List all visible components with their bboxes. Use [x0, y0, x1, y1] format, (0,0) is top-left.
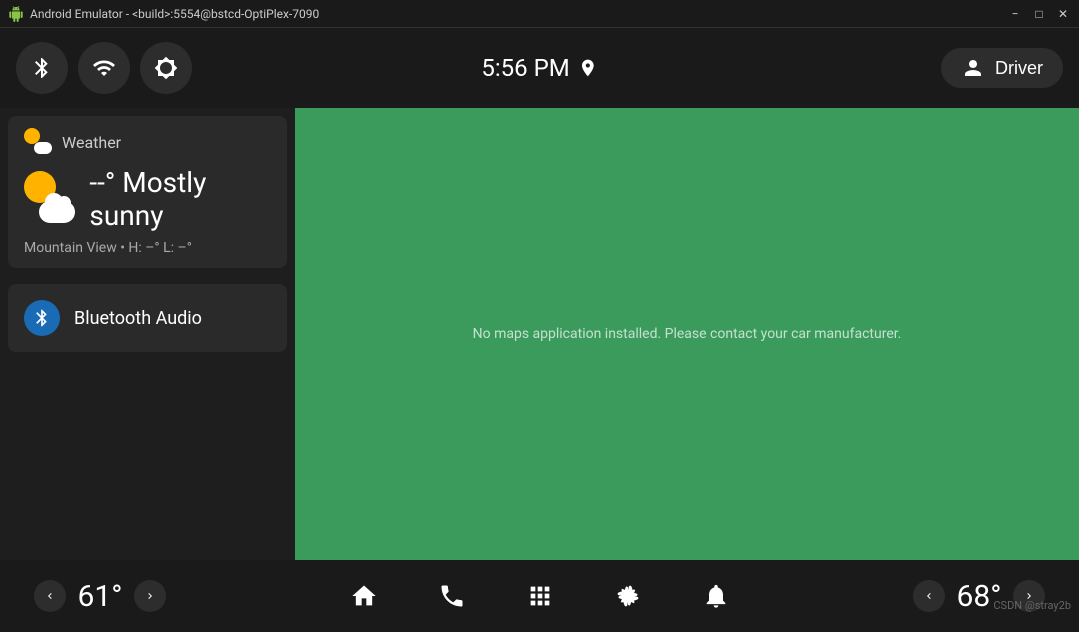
bottom-bar: 61° [0, 560, 1079, 632]
left-chevron-icon [44, 590, 56, 602]
weather-card[interactable]: Weather --° Mostly sunny Mountain View •… [8, 116, 287, 268]
home-icon [350, 582, 378, 610]
home-button[interactable] [340, 572, 388, 620]
sidebar: Weather --° Mostly sunny Mountain View •… [0, 108, 295, 560]
bluetooth-card-svg [32, 308, 52, 328]
title-text: Android Emulator - <build>:5554@bstcd-Op… [30, 7, 1007, 21]
close-button[interactable]: ✕ [1055, 6, 1071, 22]
maximize-button[interactable]: □ [1031, 6, 1047, 22]
weather-condition-icon [24, 171, 75, 227]
location-pin-icon [578, 58, 598, 78]
android-logo [8, 6, 24, 22]
bluetooth-card[interactable]: Bluetooth Audio [8, 284, 287, 352]
left-temp-value: 61° [78, 579, 123, 614]
person-icon [961, 56, 985, 80]
left-controls [16, 42, 192, 94]
bluetooth-card-icon [24, 300, 60, 336]
grid-button[interactable] [516, 572, 564, 620]
notifications-button[interactable] [692, 572, 740, 620]
main-area: 5:56 PM Driver Weather [0, 28, 1079, 632]
time-display: 5:56 PM [481, 54, 569, 82]
phone-icon [438, 582, 466, 610]
center-info: 5:56 PM [481, 54, 597, 82]
right-chevron-left-icon [144, 590, 156, 602]
content-area: Weather --° Mostly sunny Mountain View •… [0, 108, 1079, 560]
right-temp-control: 68° CSDN @stray2b [879, 579, 1079, 614]
right-temp-decrease-button[interactable] [913, 580, 945, 612]
weather-header-icon [24, 128, 52, 156]
phone-button[interactable] [428, 572, 476, 620]
bluetooth-icon [30, 56, 54, 80]
title-bar: Android Emulator - <build>:5554@bstcd-Op… [0, 0, 1079, 28]
brightness-icon [154, 56, 178, 80]
fan-button[interactable] [604, 572, 652, 620]
brightness-button[interactable] [140, 42, 192, 94]
bluetooth-label: Bluetooth Audio [74, 308, 202, 329]
signal-icon [92, 56, 116, 80]
driver-button[interactable]: Driver [941, 48, 1063, 88]
fan-icon [614, 582, 642, 610]
weather-temp-value: --° [89, 166, 115, 199]
watermark: CSDN @stray2b [993, 599, 1071, 612]
weather-header: Weather [24, 128, 271, 156]
no-maps-message: No maps application installed. Please co… [473, 326, 902, 342]
left-temp-control: 61° [0, 579, 200, 614]
left-temp-increase-button[interactable] [134, 580, 166, 612]
weather-condition-text: --° Mostly sunny [89, 166, 271, 232]
weather-location: Mountain View • H: –° L: –° [24, 240, 271, 256]
bluetooth-button[interactable] [16, 42, 68, 94]
center-nav [200, 572, 879, 620]
grid-icon [526, 582, 554, 610]
window-controls: − □ ✕ [1007, 6, 1071, 22]
left-temp-decrease-button[interactable] [34, 580, 66, 612]
bell-icon [702, 582, 730, 610]
driver-label: Driver [995, 58, 1043, 79]
top-nav: 5:56 PM Driver [0, 28, 1079, 108]
map-area: No maps application installed. Please co… [295, 108, 1079, 560]
minimize-button[interactable]: − [1007, 6, 1023, 22]
signal-button[interactable] [78, 42, 130, 94]
weather-title: Weather [62, 133, 121, 152]
weather-main: --° Mostly sunny [24, 166, 271, 232]
right-chevron-left-arrow-icon [923, 590, 935, 602]
